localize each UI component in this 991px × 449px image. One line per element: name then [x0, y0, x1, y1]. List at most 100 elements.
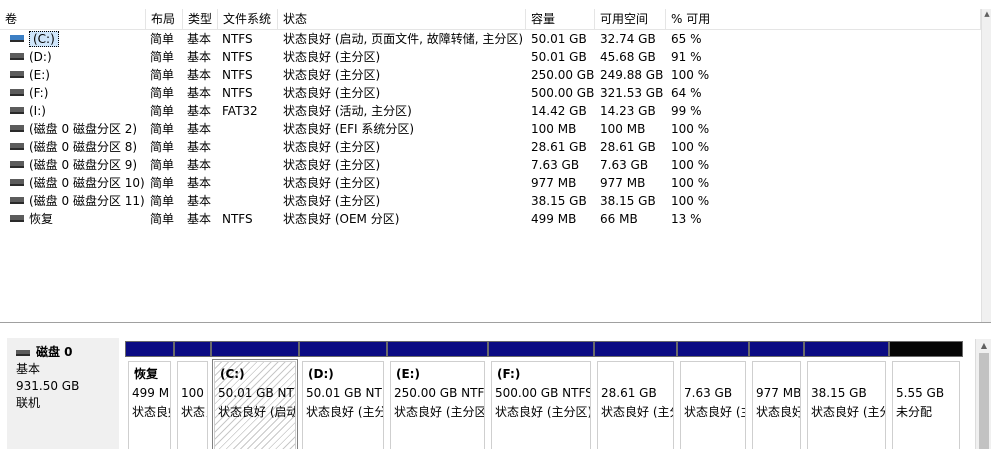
partition-header-bar — [125, 341, 174, 357]
volume-name: (磁盘 0 磁盘分区 2) — [29, 122, 138, 136]
volume-layout-cell: 简单 — [150, 194, 175, 208]
partition-name: (F:) — [497, 367, 521, 381]
volume-row[interactable]: (I:) 简单 基本 FAT32 状态良好 (活动, 主分区) 14.42 GB 14.23… — [0, 102, 981, 120]
volume-name-cell: (磁盘 0 磁盘分区 9) — [29, 156, 146, 174]
volume-fs-cell: NTFS — [222, 32, 253, 46]
volume-icon — [10, 125, 24, 132]
column-header-capacity[interactable]: 容量 — [526, 9, 595, 30]
partition-name: (D:) — [308, 367, 334, 381]
system-volume-icon — [10, 35, 24, 42]
scroll-up-arrow-icon[interactable]: ▲ — [982, 9, 991, 19]
volume-free-cell: 321.53 GB — [600, 86, 664, 100]
partition-block[interactable]: (F:) 500.00 GB NTFS 状态良好 (主分区) — [488, 341, 594, 449]
partition-body: 恢复 499 MB NTFS 状态良好 (OEM 分区) — [128, 361, 171, 449]
volume-name: (C:) — [29, 31, 59, 47]
volume-layout-cell: 简单 — [150, 32, 175, 46]
volume-type-cell: 基本 — [187, 194, 212, 208]
volume-capacity-cell: 977 MB — [531, 176, 577, 190]
volume-icon — [10, 161, 24, 168]
column-header-type[interactable]: 类型 — [183, 9, 218, 30]
partition-header-bar — [804, 341, 889, 357]
volume-name-cell: 恢复 — [29, 210, 146, 228]
partition-block[interactable]: 恢复 499 MB NTFS 状态良好 (OEM 分区) — [125, 341, 174, 449]
volume-name: (I:) — [29, 104, 46, 118]
volume-layout-cell: 简单 — [150, 86, 175, 100]
volume-free-cell: 14.23 GB — [600, 104, 656, 118]
partition-block[interactable]: 100 MB 状态良好 (EFI 系统分区) — [174, 341, 211, 449]
volume-pct-cell: 65 % — [671, 32, 702, 46]
column-header-free-space[interactable]: 可用空间 — [595, 9, 666, 30]
disk-pane-scrollbar[interactable]: ▲ — [975, 339, 991, 449]
partition-block[interactable]: 5.55 GB 未分配 — [889, 341, 963, 449]
volume-row[interactable]: (磁盘 0 磁盘分区 2) 简单 基本 状态良好 (EFI 系统分区) 100 MB 10… — [0, 120, 981, 138]
partition-block[interactable]: (D:) 50.01 GB NTFS 状态良好 (主分区) — [299, 341, 387, 449]
volume-layout-cell: 简单 — [150, 140, 175, 154]
volume-row[interactable]: (磁盘 0 磁盘分区 11) 简单 基本 状态良好 (主分区) 38.15 GB 38.1… — [0, 192, 981, 210]
partition-status: 状态良好 (OEM 分区) — [132, 405, 170, 419]
volume-name-cell: (磁盘 0 磁盘分区 8) — [29, 138, 146, 156]
volume-row[interactable]: (磁盘 0 磁盘分区 10) 简单 基本 状态良好 (主分区) 977 MB 977 MB… — [0, 174, 981, 192]
volume-name-cell: (C:) — [29, 30, 146, 48]
volume-capacity-cell: 7.63 GB — [531, 158, 580, 172]
partition-block[interactable]: 28.61 GB 状态良好 (主分区) — [594, 341, 677, 449]
volume-pct-cell: 64 % — [671, 86, 702, 100]
volume-row[interactable]: 恢复 简单 基本 NTFS 状态良好 (OEM 分区) 499 MB 66 MB 13 % — [0, 210, 981, 228]
volume-status-cell: 状态良好 (OEM 分区) — [283, 212, 400, 226]
partition-body: 7.63 GB 状态良好 (主分区) — [680, 361, 746, 449]
partition-body: (C:) 50.01 GB NTFS 状态良好 (启动, 页面文件, 故障转储, 主… — [214, 361, 296, 449]
disk-graphical-pane: 磁盘 0 基本 931.50 GB 联机 恢复 499 MB NTFS 状态良好 (… — [0, 324, 991, 449]
volume-icon — [10, 179, 24, 186]
partition-status: 状态良好 (主分区) — [394, 405, 485, 419]
partition-status: 状态良好 (启动, 页面文件, 故障转储, 主分区) — [218, 405, 295, 419]
volume-list-scrollbar[interactable]: ▲ — [981, 9, 991, 322]
volume-free-cell: 249.88 GB — [600, 68, 664, 82]
partition-status: 状态良好 (主分区) — [811, 405, 885, 419]
scroll-up-arrow-icon[interactable]: ▲ — [976, 339, 991, 353]
volume-row[interactable]: (C:) 简单 基本 NTFS 状态良好 (启动, 页面文件, 故障转储, 主分区) 50… — [0, 30, 981, 48]
partition-name: (E:) — [396, 367, 420, 381]
volume-type-cell: 基本 — [187, 158, 212, 172]
volume-pct-cell: 100 % — [671, 140, 710, 154]
volume-name-cell: (E:) — [29, 66, 146, 84]
volume-layout-cell: 简单 — [150, 158, 175, 172]
partition-block[interactable]: 977 MB 状态良好 (主分区) — [749, 341, 804, 449]
partition-body: 977 MB 状态良好 (主分区) — [752, 361, 801, 449]
volume-row[interactable]: (F:) 简单 基本 NTFS 状态良好 (主分区) 500.00 GB 321.53 GB… — [0, 84, 981, 102]
partition-block[interactable]: 7.63 GB 状态良好 (主分区) — [677, 341, 749, 449]
column-header-filesystem[interactable]: 文件系统 — [218, 9, 278, 30]
scrollbar-thumb[interactable] — [979, 353, 989, 449]
volume-name-cell: (磁盘 0 磁盘分区 10) — [29, 174, 146, 192]
volume-type-cell: 基本 — [187, 212, 212, 226]
volume-free-cell: 38.15 GB — [600, 194, 656, 208]
column-header-volume[interactable]: 卷 — [0, 9, 146, 30]
partition-status: 状态良好 (主分区) — [756, 405, 801, 419]
volume-row[interactable]: (磁盘 0 磁盘分区 9) 简单 基本 状态良好 (主分区) 7.63 GB 7.63 G… — [0, 156, 981, 174]
volume-row[interactable]: (E:) 简单 基本 NTFS 状态良好 (主分区) 250.00 GB 249.88 GB… — [0, 66, 981, 84]
disk-type: 基本 — [16, 362, 41, 376]
partition-block[interactable]: (E:) 250.00 GB NTFS 状态良好 (主分区) — [387, 341, 488, 449]
volume-row[interactable]: (D:) 简单 基本 NTFS 状态良好 (主分区) 50.01 GB 45.68 GB 91… — [0, 48, 981, 66]
volume-status-cell: 状态良好 (活动, 主分区) — [283, 104, 412, 118]
volume-fs-cell: NTFS — [222, 86, 253, 100]
volume-free-cell: 66 MB — [600, 212, 638, 226]
volume-name-cell: (D:) — [29, 48, 146, 66]
partition-body: (E:) 250.00 GB NTFS 状态良好 (主分区) — [390, 361, 485, 449]
partition-status: 状态良好 (EFI 系统分区) — [181, 405, 207, 419]
column-header-layout[interactable]: 布局 — [146, 9, 183, 30]
volume-pct-cell: 99 % — [671, 104, 702, 118]
volume-fs-cell: NTFS — [222, 212, 253, 226]
partition-block[interactable]: (C:) 50.01 GB NTFS 状态良好 (启动, 页面文件, 故障转储, 主… — [211, 341, 299, 449]
volume-row[interactable]: (磁盘 0 磁盘分区 8) 简单 基本 状态良好 (主分区) 28.61 GB 28.61… — [0, 138, 981, 156]
volume-capacity-cell: 500.00 GB — [531, 86, 595, 100]
partition-header-bar — [174, 341, 211, 357]
partition-body: 28.61 GB 状态良好 (主分区) — [597, 361, 674, 449]
partition-header-bar — [594, 341, 677, 357]
volume-name: 恢复 — [29, 212, 54, 226]
volume-type-cell: 基本 — [187, 86, 212, 100]
column-header-status[interactable]: 状态 — [278, 9, 526, 30]
partition-header-bar — [749, 341, 804, 357]
disk-info-panel[interactable]: 磁盘 0 基本 931.50 GB 联机 — [7, 338, 119, 449]
column-header-percent-free[interactable]: % 可用 — [666, 9, 981, 30]
partition-block[interactable]: 38.15 GB 状态良好 (主分区) — [804, 341, 889, 449]
volume-status-cell: 状态良好 (EFI 系统分区) — [283, 122, 415, 136]
